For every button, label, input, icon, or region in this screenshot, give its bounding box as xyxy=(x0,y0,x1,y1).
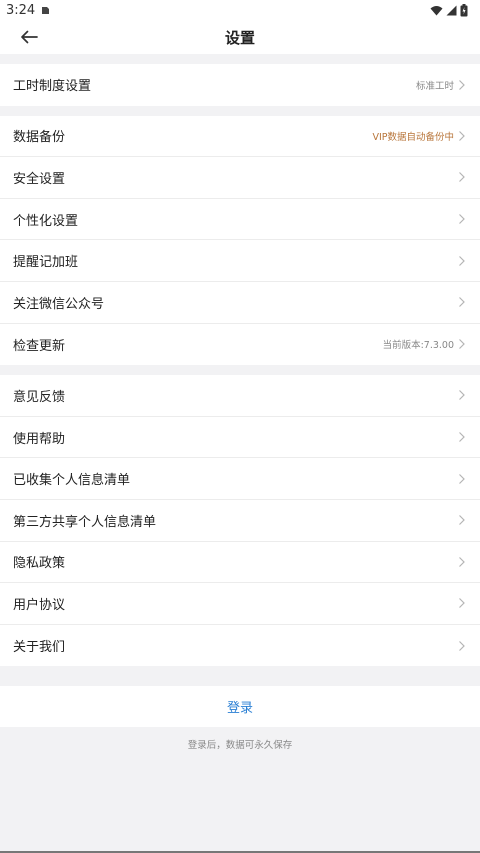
chevron-right-icon xyxy=(459,473,465,484)
settings-group-data: 数据备份 VIP数据自动备份中 安全设置 个性化设置 提醒记加班 关注微信公众号… xyxy=(0,115,480,366)
chevron-right-icon xyxy=(459,598,465,609)
row-label: 关于我们 xyxy=(13,640,66,656)
row-label: 安全设置 xyxy=(13,171,66,187)
row-label: 数据备份 xyxy=(13,130,66,146)
section-gap xyxy=(0,105,480,116)
row-label: 第三方共享个人信息清单 xyxy=(13,514,157,530)
row-check-update[interactable]: 检查更新 当前版本:7.3.00 xyxy=(0,324,480,366)
row-label: 提醒记加班 xyxy=(13,255,79,271)
row-overtime-reminder[interactable]: 提醒记加班 xyxy=(0,240,480,282)
row-work-hours-setting[interactable]: 工时制度设置 标准工时 xyxy=(0,64,480,106)
chevron-right-icon xyxy=(459,556,465,567)
row-right: 标准工时 xyxy=(416,78,466,92)
row-help[interactable]: 使用帮助 xyxy=(0,417,480,459)
row-label: 已收集个人信息清单 xyxy=(13,473,131,489)
row-right: 当前版本:7.3.00 xyxy=(383,337,466,351)
page-title: 设置 xyxy=(224,28,255,47)
section-gap xyxy=(0,54,480,64)
login-button[interactable]: 登录 xyxy=(227,697,253,716)
chevron-right-icon xyxy=(459,130,465,141)
chevron-right-icon xyxy=(459,297,465,308)
chevron-right-icon xyxy=(459,432,465,442)
battery-icon xyxy=(460,3,468,16)
backup-status-value: VIP数据自动备份中 xyxy=(372,131,454,143)
status-right xyxy=(430,3,468,17)
row-privacy-policy[interactable]: 隐私政策 xyxy=(0,542,480,584)
chevron-right-icon xyxy=(459,640,465,651)
row-label: 工时制度设置 xyxy=(13,79,92,95)
row-label: 检查更新 xyxy=(13,338,66,354)
version-value: 当前版本:7.3.00 xyxy=(382,340,454,352)
status-bar: 3:24 xyxy=(0,0,480,20)
chevron-right-icon xyxy=(459,390,465,401)
row-about-us[interactable]: 关于我们 xyxy=(0,625,480,667)
row-label: 隐私政策 xyxy=(13,556,66,572)
back-button[interactable] xyxy=(16,24,42,50)
cell-signal-icon xyxy=(446,5,457,15)
work-hours-value: 标准工时 xyxy=(415,80,454,92)
chevron-right-icon xyxy=(459,172,465,183)
login-section: 登录 xyxy=(0,686,480,728)
row-data-backup[interactable]: 数据备份 VIP数据自动备份中 xyxy=(0,116,480,158)
chevron-right-icon xyxy=(459,339,465,350)
row-label: 个性化设置 xyxy=(13,213,79,229)
chevron-right-icon xyxy=(459,255,465,266)
nav-bar: 设置 xyxy=(0,20,480,54)
row-third-party-sharing-list[interactable]: 第三方共享个人信息清单 xyxy=(0,500,480,542)
row-label: 意见反馈 xyxy=(13,389,66,405)
settings-group-about: 意见反馈 使用帮助 已收集个人信息清单 第三方共享个人信息清单 隐私政策 用户协… xyxy=(0,375,480,667)
row-label: 用户协议 xyxy=(13,597,66,613)
login-hint: 登录后，数据可永久保存 xyxy=(187,740,293,752)
row-feedback[interactable]: 意见反馈 xyxy=(0,375,480,417)
settings-group-work: 工时制度设置 标准工时 xyxy=(0,64,480,106)
status-left: 3:24 xyxy=(6,3,51,18)
wifi-icon xyxy=(430,5,443,15)
chevron-right-icon xyxy=(459,515,465,526)
row-personalization[interactable]: 个性化设置 xyxy=(0,199,480,241)
back-arrow-icon xyxy=(21,30,38,44)
row-follow-wechat[interactable]: 关注微信公众号 xyxy=(0,282,480,324)
row-right: VIP数据自动备份中 xyxy=(372,129,466,143)
row-user-agreement[interactable]: 用户协议 xyxy=(0,583,480,625)
row-label: 关注微信公众号 xyxy=(13,296,105,312)
row-security-settings[interactable]: 安全设置 xyxy=(0,157,480,199)
chevron-right-icon xyxy=(459,214,465,225)
row-collected-info-list[interactable]: 已收集个人信息清单 xyxy=(0,458,480,500)
status-time: 3:24 xyxy=(6,2,36,18)
notification-icon xyxy=(42,6,50,14)
chevron-right-icon xyxy=(459,79,465,90)
row-label: 使用帮助 xyxy=(13,431,66,447)
section-gap xyxy=(0,365,480,376)
section-gap xyxy=(0,666,480,687)
